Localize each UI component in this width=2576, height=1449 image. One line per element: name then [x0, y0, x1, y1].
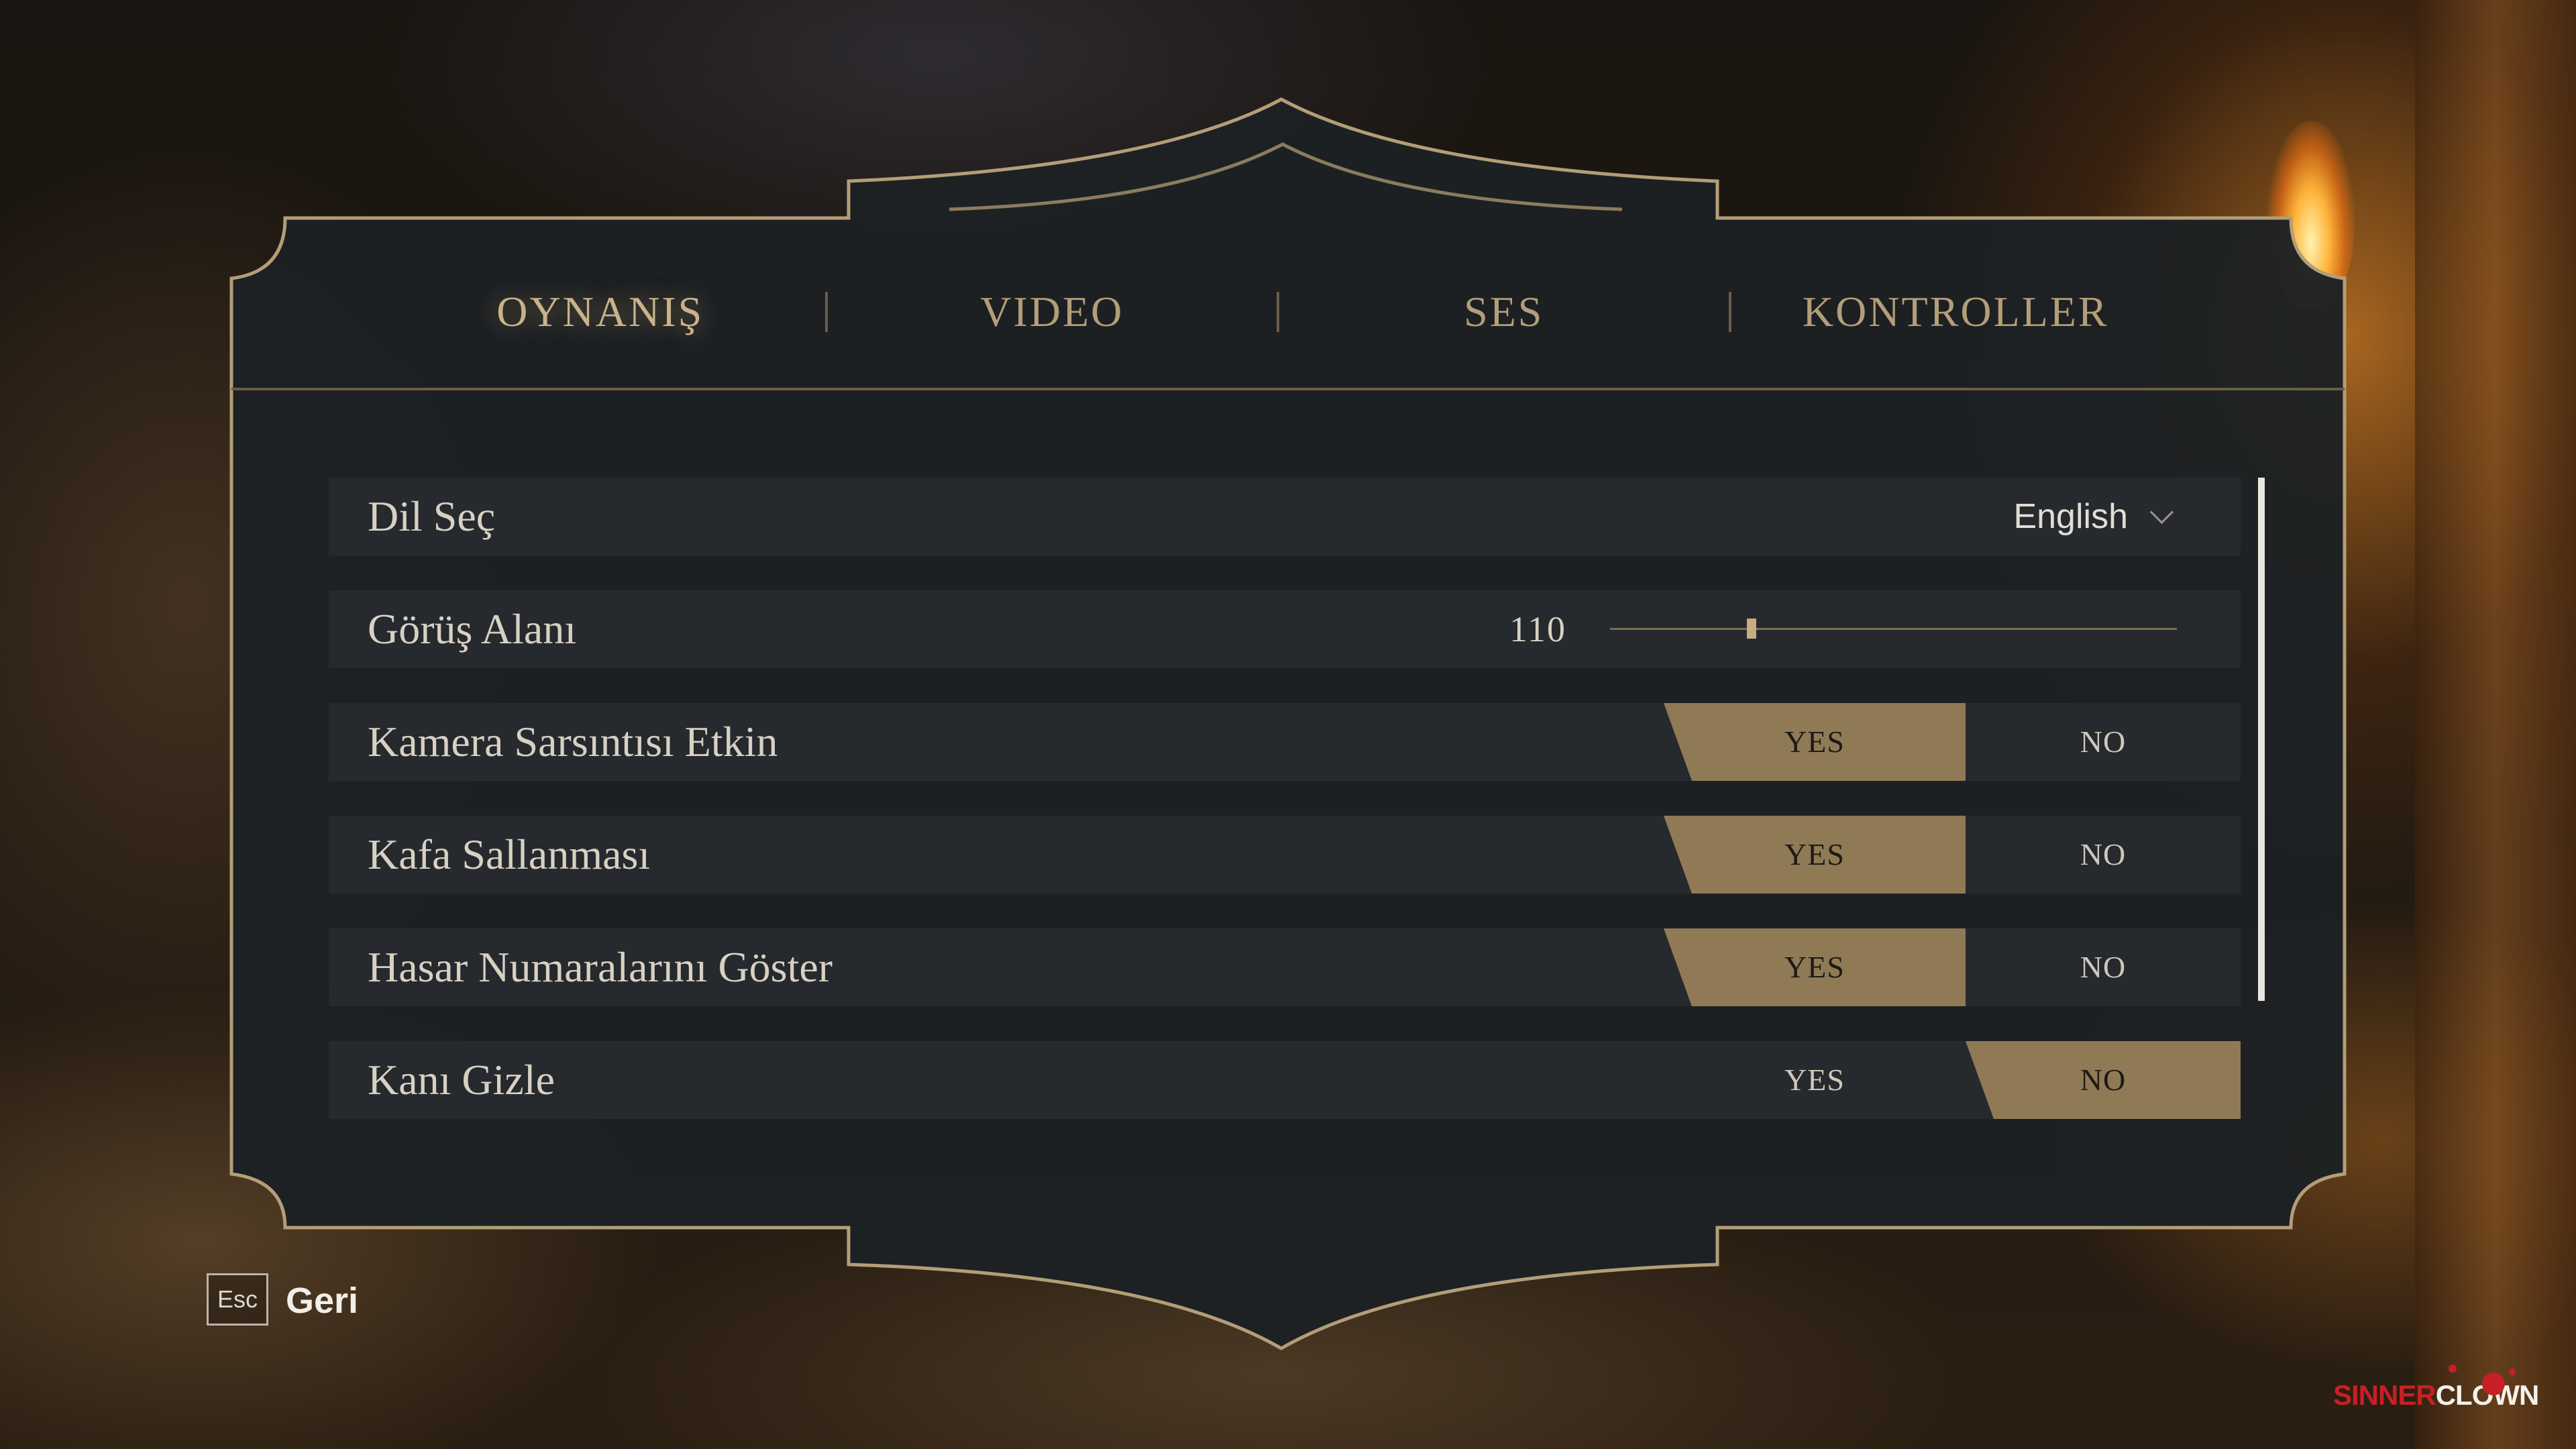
setting-row-hide-blood: Kanı Gizle YES NO: [329, 1041, 2241, 1119]
esc-key-hint[interactable]: Esc: [207, 1273, 268, 1326]
camera-shake-label: Kamera Sarsıntısı Etkin: [368, 718, 778, 765]
fov-value: 110: [1509, 609, 1566, 649]
language-label: Dil Seç: [368, 492, 496, 540]
damage-numbers-toggle: YES NO: [1664, 928, 2241, 1006]
camera-shake-yes-button[interactable]: YES: [1664, 703, 1966, 781]
tab-audio[interactable]: SES: [1279, 287, 1729, 337]
camera-shake-toggle: YES NO: [1664, 703, 2241, 781]
hide-blood-no-button[interactable]: NO: [1966, 1041, 2241, 1119]
language-value: English: [2013, 497, 2128, 536]
tab-gameplay[interactable]: OYNANIŞ: [376, 287, 825, 337]
settings-scrollbar[interactable]: [2258, 478, 2265, 1001]
tab-controls[interactable]: KONTROLLER: [1731, 287, 2181, 337]
logo-text-sinner: SINNER: [2333, 1379, 2436, 1411]
settings-tabs: OYNANIŞ VIDEO SES KONTROLLER: [376, 268, 2180, 356]
damage-numbers-no-button[interactable]: NO: [1966, 928, 2241, 1006]
logo-blood-splatter: [2509, 1368, 2516, 1375]
back-button[interactable]: Geri: [286, 1275, 358, 1327]
damage-numbers-label: Hasar Numaralarını Göster: [368, 943, 833, 991]
setting-row-fov: Görüş Alanı 110: [329, 590, 2241, 668]
head-bob-toggle: YES NO: [1664, 816, 2241, 894]
studio-logo: SINNERCLOWN: [2333, 1379, 2539, 1411]
tab-video[interactable]: VIDEO: [828, 287, 1277, 337]
chevron-down-icon: [2149, 500, 2174, 524]
fov-slider[interactable]: [1610, 619, 2177, 639]
fov-label: Görüş Alanı: [368, 605, 577, 653]
setting-row-head-bob: Kafa Sallanması YES NO: [329, 816, 2241, 894]
setting-row-camera-shake: Kamera Sarsıntısı Etkin YES NO: [329, 703, 2241, 781]
language-dropdown[interactable]: English: [2013, 478, 2174, 555]
setting-row-language: Dil Seç English: [329, 478, 2241, 555]
head-bob-no-button[interactable]: NO: [1966, 816, 2241, 894]
damage-numbers-yes-button[interactable]: YES: [1664, 928, 1966, 1006]
logo-blood-splatter: [2482, 1373, 2505, 1395]
hide-blood-label: Kanı Gizle: [368, 1056, 555, 1104]
hide-blood-toggle: YES NO: [1664, 1041, 2241, 1119]
setting-row-damage-numbers: Hasar Numaralarını Göster YES NO: [329, 928, 2241, 1006]
hide-blood-yes-button[interactable]: YES: [1664, 1041, 1966, 1119]
settings-list: Dil Seç English Görüş Alanı 110 Kamera S…: [329, 478, 2241, 1154]
head-bob-yes-button[interactable]: YES: [1664, 816, 1966, 894]
logo-blood-splatter: [2449, 1364, 2457, 1373]
head-bob-label: Kafa Sallanması: [368, 830, 651, 878]
camera-shake-no-button[interactable]: NO: [1966, 703, 2241, 781]
fov-slider-handle[interactable]: [1747, 619, 1757, 639]
